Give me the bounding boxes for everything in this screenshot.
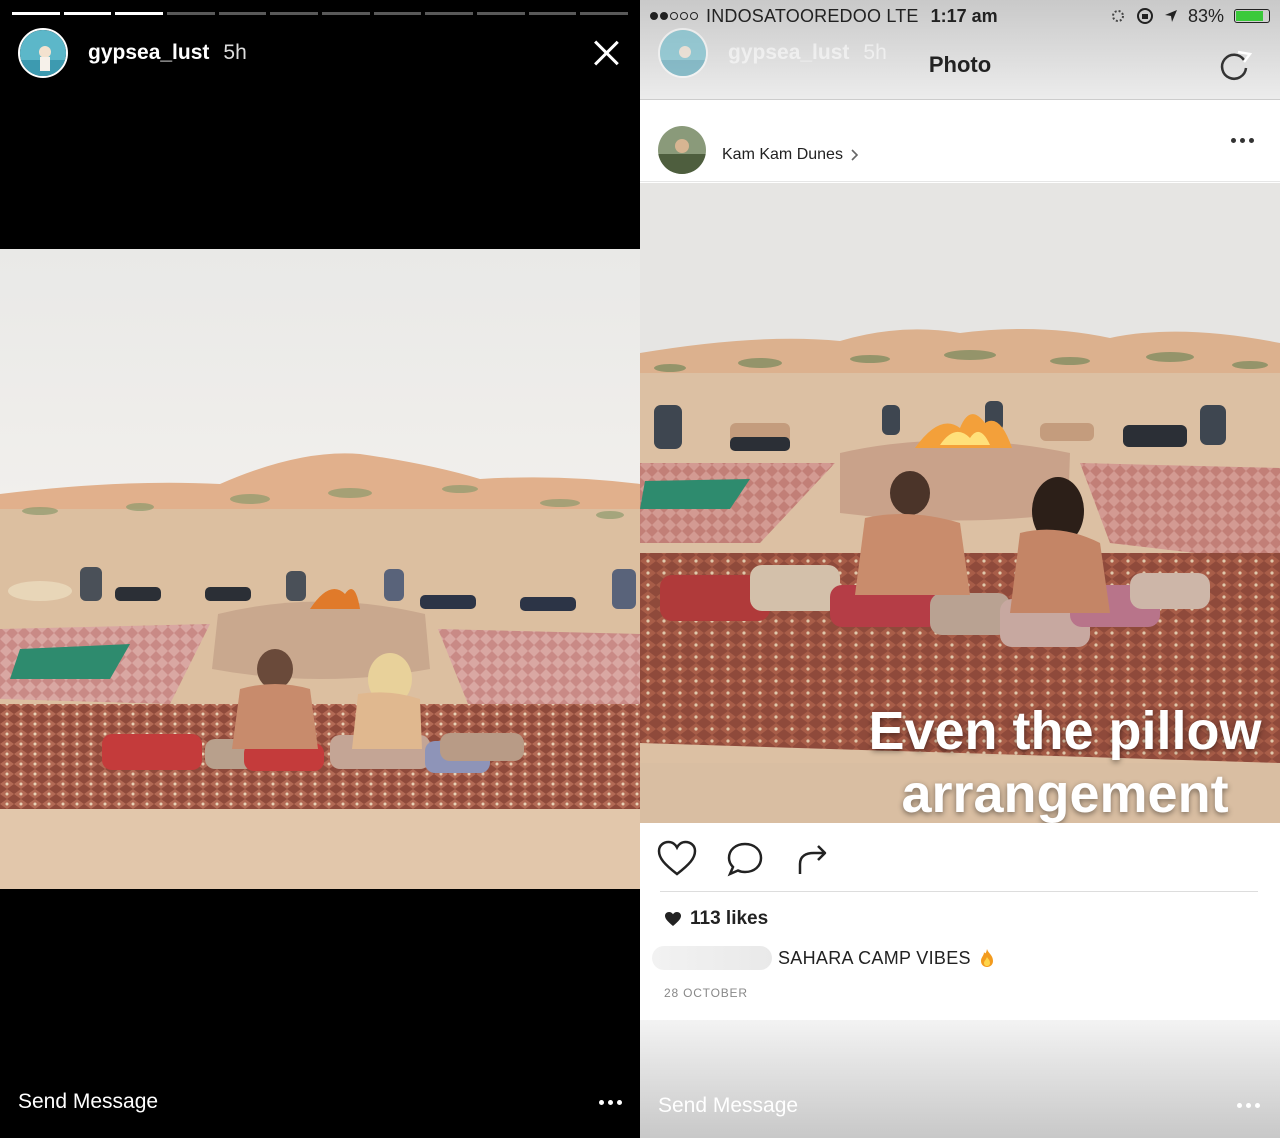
avatar[interactable] [658, 125, 706, 174]
send-message-button[interactable]: Send Message [18, 1090, 158, 1114]
story-photo [0, 249, 640, 889]
caption-text: SAHARA CAMP VIBES [778, 947, 971, 968]
location-label: Kam Kam Dunes [722, 145, 843, 163]
send-message-button[interactable]: Send Message [658, 1094, 798, 1118]
progress-segment [218, 12, 267, 15]
progress-segment [373, 12, 422, 15]
likes-count[interactable]: 113 likes [664, 908, 768, 930]
chevron-right-icon [851, 148, 859, 161]
story-progress-bar [12, 12, 629, 15]
progress-segment [425, 12, 474, 15]
post-footer: Send Message [640, 1020, 1280, 1138]
progress-segment [63, 12, 112, 15]
post-date: 28 OCTOBER [664, 986, 748, 1000]
overlay-text-line2: arrangement [901, 764, 1229, 823]
progress-segment [12, 12, 60, 15]
close-icon[interactable] [590, 37, 622, 69]
progress-segment [167, 12, 215, 15]
post-actions [656, 838, 834, 880]
share-icon[interactable] [792, 838, 834, 880]
divider [660, 891, 1258, 892]
status-time: 1:17 am [930, 5, 998, 26]
page-title: Photo [928, 52, 992, 77]
carrier-label: INDOSATOOREDOO LTE [706, 5, 919, 26]
activity-icon [1111, 10, 1124, 22]
progress-segment [528, 12, 577, 15]
signal-icon [650, 12, 698, 20]
location-link[interactable]: Kam Kam Dunes [722, 146, 859, 164]
story-username[interactable]: gypsea_lust [88, 41, 209, 65]
caption: SAHARA CAMP VIBES [652, 946, 995, 970]
overlay-text-line1: Even the pillow [868, 701, 1262, 761]
post-panel: INDOSATOOREDOO LTE 1:17 am 83% gypsea_lu… [640, 0, 1280, 1138]
progress-segment [115, 12, 164, 15]
post-header-bar: INDOSATOOREDOO LTE 1:17 am 83% gypsea_lu… [640, 0, 1280, 100]
heart-icon[interactable] [656, 838, 698, 880]
battery-icon [1234, 9, 1270, 23]
story-timestamp: 5h [223, 41, 247, 64]
story-panel: gypsea_lust 5h Send Message [0, 0, 640, 1138]
heart-filled-icon [665, 912, 681, 926]
more-icon[interactable] [599, 1099, 622, 1105]
status-bar: INDOSATOOREDOO LTE 1:17 am 83% [650, 4, 1270, 28]
redacted-username [652, 946, 772, 970]
post-photo[interactable]: Even the pillow arrangement [640, 183, 1280, 823]
fire-emoji-icon [980, 949, 993, 967]
story-header: gypsea_lust 5h [18, 28, 622, 78]
comment-icon[interactable] [724, 838, 766, 880]
avatar[interactable] [18, 28, 68, 78]
progress-segment [477, 12, 525, 15]
rotation-lock-icon [1136, 8, 1153, 24]
more-icon[interactable] [1237, 1103, 1260, 1108]
progress-segment [322, 12, 370, 15]
story-footer: Send Message [18, 1084, 622, 1120]
progress-segment [580, 12, 629, 15]
refresh-icon[interactable] [1216, 48, 1252, 84]
location-icon [1164, 10, 1177, 22]
likes-label: 113 likes [690, 908, 769, 929]
more-icon[interactable] [1231, 138, 1254, 143]
progress-segment [270, 12, 319, 15]
battery-percent: 83% [1187, 5, 1224, 26]
post-author-row: Kam Kam Dunes [640, 118, 1280, 182]
